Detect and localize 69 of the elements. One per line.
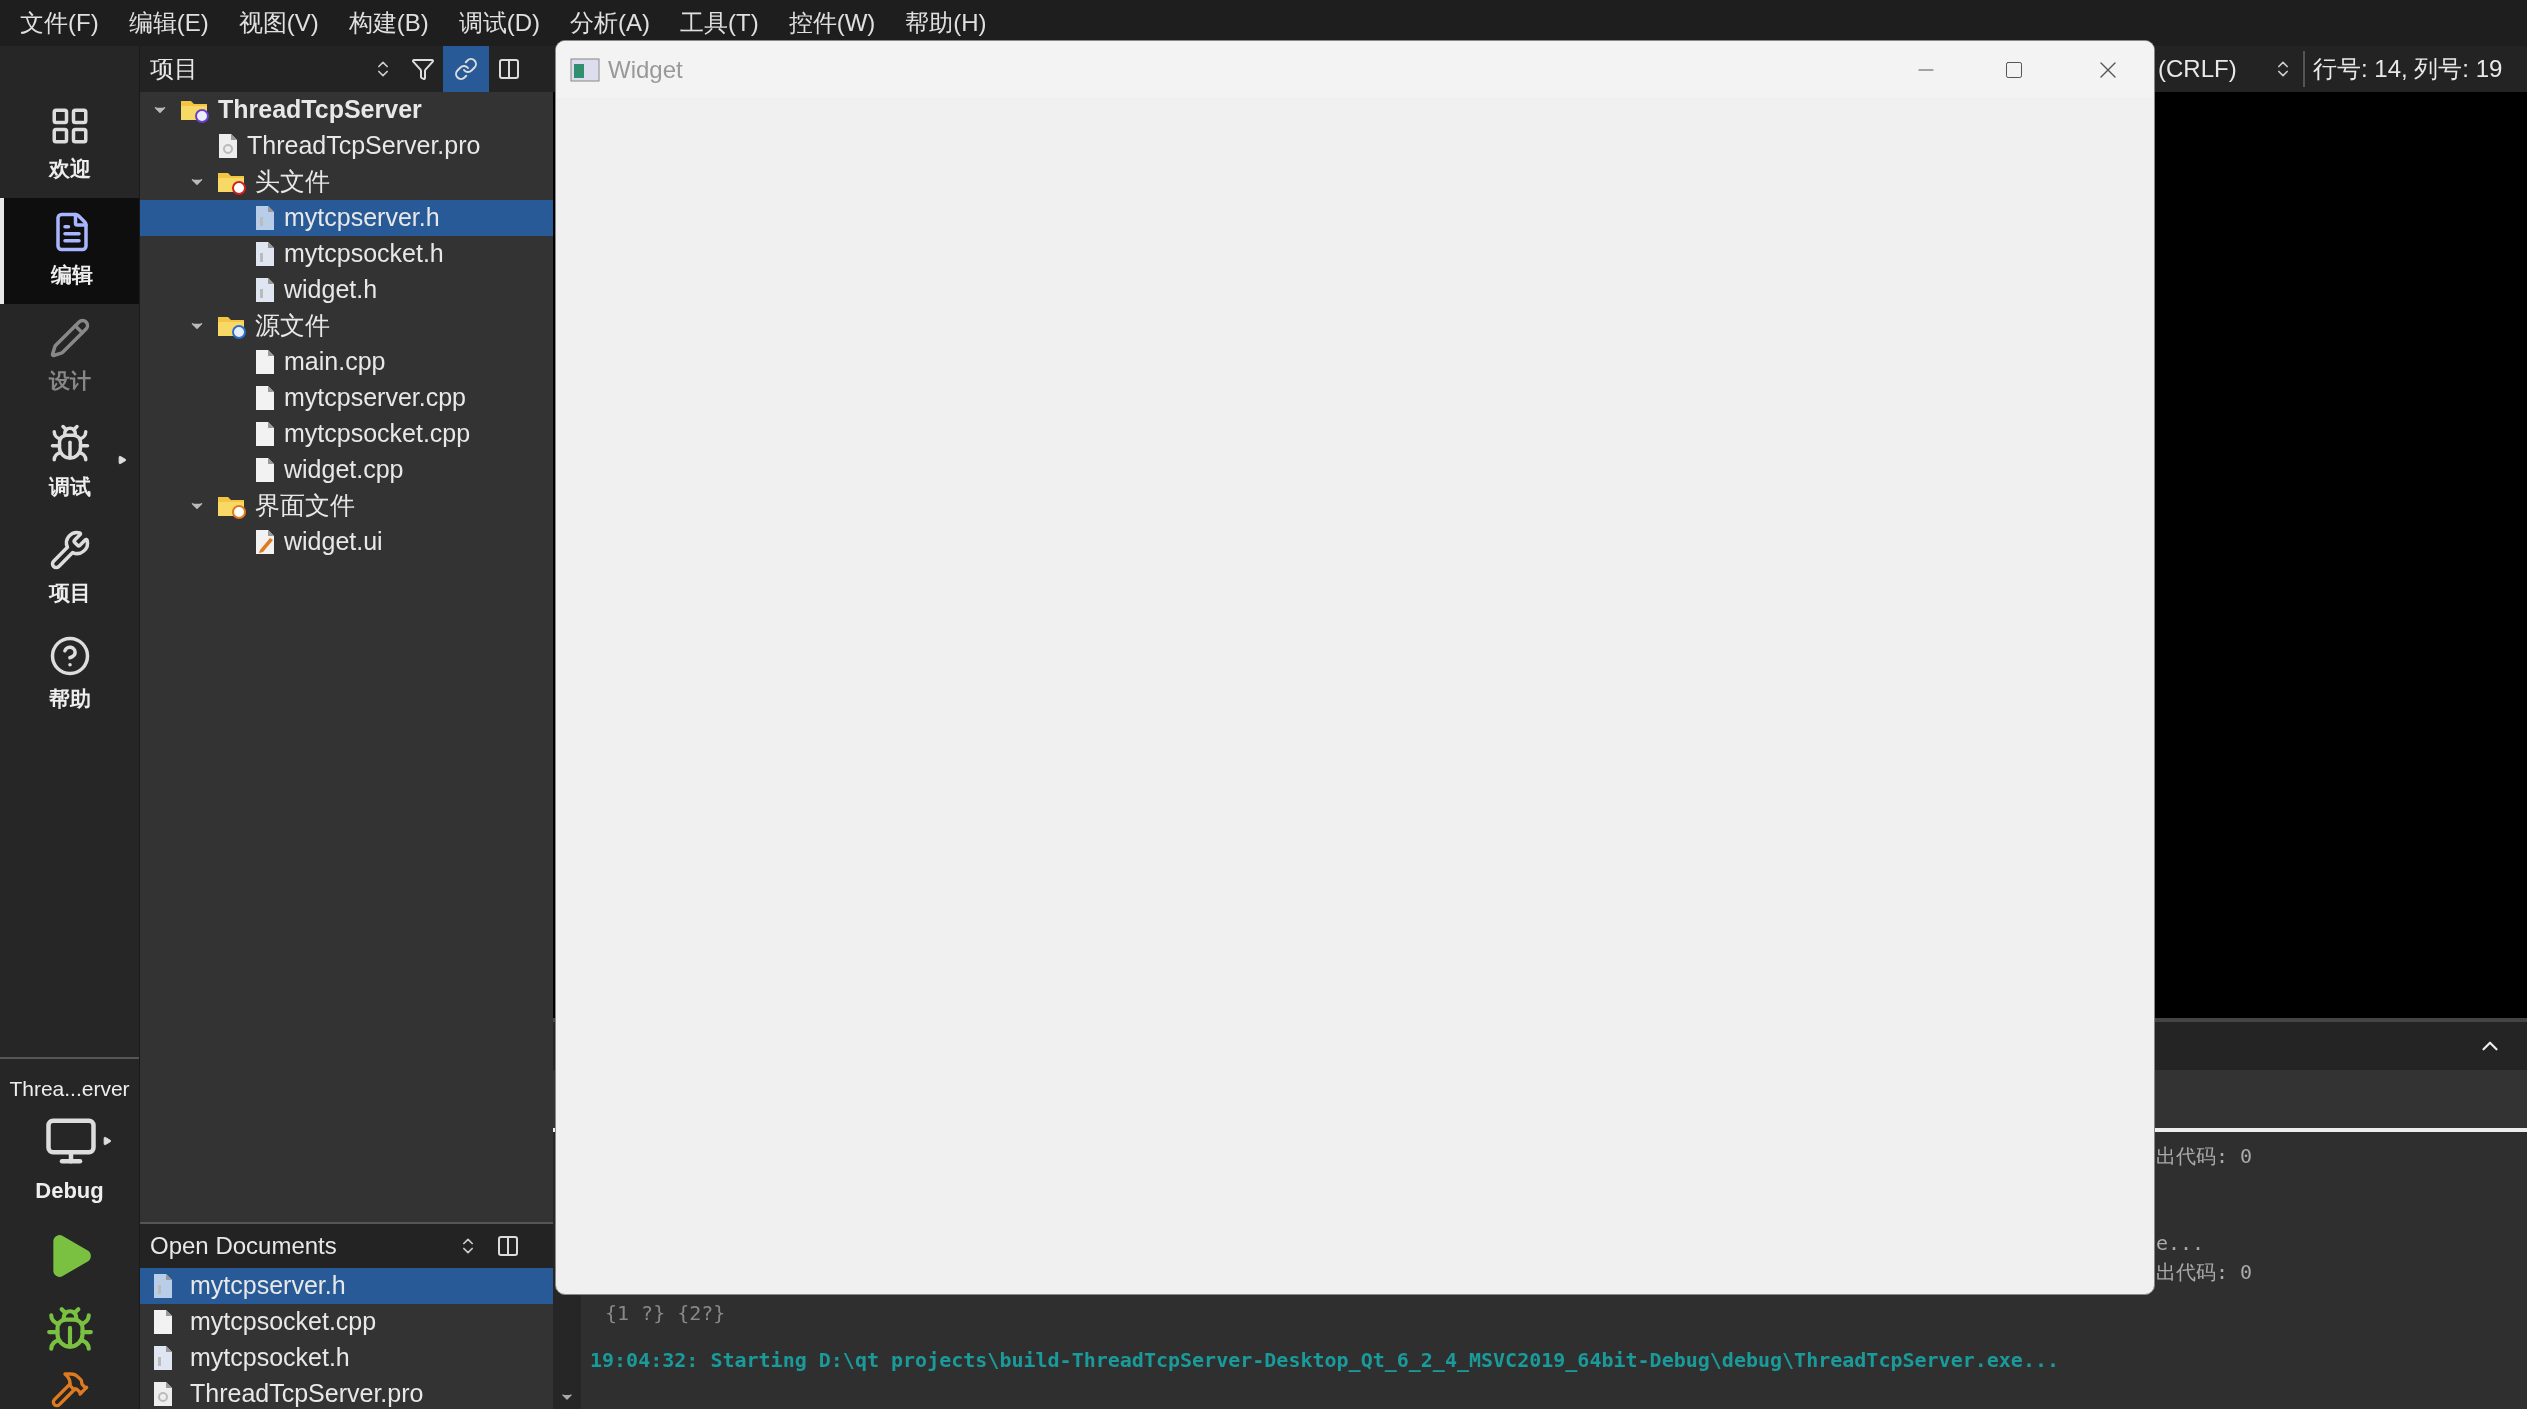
file-icon [254,421,276,447]
mode-button[interactable]: 调试 [0,410,139,516]
tree-item[interactable]: 源文件 [140,308,553,344]
filter-icon[interactable] [411,57,435,81]
mode-button[interactable]: 编辑 [0,198,139,304]
file-icon [254,529,276,555]
mode-button[interactable]: 欢迎 [0,92,139,198]
file-icon [254,457,276,483]
mode-button[interactable]: 帮助 [0,622,139,728]
sync-toggle[interactable] [443,46,489,92]
cursor-position[interactable]: 行号: 14, 列号: 19 [2303,51,2503,87]
submenu-arrow-icon[interactable] [117,455,127,465]
mode-button[interactable]: 项目 [0,516,139,622]
split-icon[interactable] [497,57,521,81]
menu-item[interactable]: 调试(D) [448,5,550,41]
tree-item[interactable]: 界面文件 [140,488,553,524]
file-icon [152,1273,174,1299]
document-item[interactable]: mytcpsocket.h [140,1340,553,1376]
menu-item[interactable]: 控件(W) [778,5,886,41]
output-line: e... [2156,1230,2206,1257]
file-icon [152,1309,174,1335]
link-icon [454,57,478,81]
menu-item[interactable]: 工具(T) [670,5,769,41]
tree-item[interactable]: widget.ui [140,524,553,560]
tree-item[interactable]: widget.h [140,272,553,308]
output-line: 出代码: 0 [2156,1143,2253,1170]
tree-item[interactable]: ThreadTcpServer.pro [140,128,553,164]
menu-item[interactable]: 帮助(H) [895,5,997,41]
build-config[interactable]: Debug [35,1174,104,1207]
design-icon [48,317,91,360]
tree-item[interactable]: main.cpp [140,344,553,380]
file-icon [217,133,239,159]
file-icon [254,205,276,231]
window-title: Widget [608,54,683,85]
menu-item[interactable]: 视图(V) [228,5,329,41]
tree-item[interactable]: mytcpserver.cpp [140,380,553,416]
split-icon[interactable] [496,1234,520,1258]
submenu-arrow-icon[interactable] [101,1136,112,1146]
projects-icon [48,529,91,572]
tree-item[interactable]: mytcpserver.h [140,200,553,236]
view-selector[interactable]: Open Documents [150,1228,450,1264]
file-icon [152,1381,174,1407]
menu-item[interactable]: 文件(F) [10,5,109,41]
tree-item[interactable]: widget.cpp [140,452,553,488]
output-line: 19:04:32: Starting D:\qt projects\build-ThreadTcpServer-Desktop_Qt_6_2_4_MSVC2019_64bit-Debug\debug\ThreadTcpServer.exe... [590,1347,2060,1374]
menu-item[interactable]: 分析(A) [560,5,660,41]
menu-item[interactable]: 构建(B) [338,5,439,41]
file-icon [254,349,276,375]
file-icon [254,277,276,303]
document-item[interactable]: ThreadTcpServer.pro [140,1376,553,1409]
build-icon[interactable] [49,1369,90,1409]
help-icon [48,635,91,678]
output-line: {1 ?} {2?} [605,1300,727,1327]
file-icon [254,385,276,411]
maximize-icon[interactable] [2004,59,2024,80]
tree-item[interactable]: mytcpsocket.cpp [140,416,553,452]
tree-item[interactable]: 头文件 [140,164,553,200]
file-icon [152,1345,174,1371]
tree-item[interactable]: ThreadTcpServer [140,92,553,128]
line-ending-selector[interactable]: (CRLF) [2158,51,2263,87]
document-item[interactable]: mytcpserver.h [140,1268,553,1304]
document-item[interactable]: mytcpsocket.cpp [140,1304,553,1340]
view-selector[interactable]: 项目 [150,51,365,87]
window-icon [570,57,600,82]
target-project[interactable]: Threa...erver [9,1072,130,1104]
tree-item[interactable]: mytcpsocket.h [140,236,553,272]
menu-item[interactable]: 编辑(E) [118,5,219,41]
output-line: 出代码: 0 [2156,1259,2253,1286]
file-icon [254,241,276,267]
